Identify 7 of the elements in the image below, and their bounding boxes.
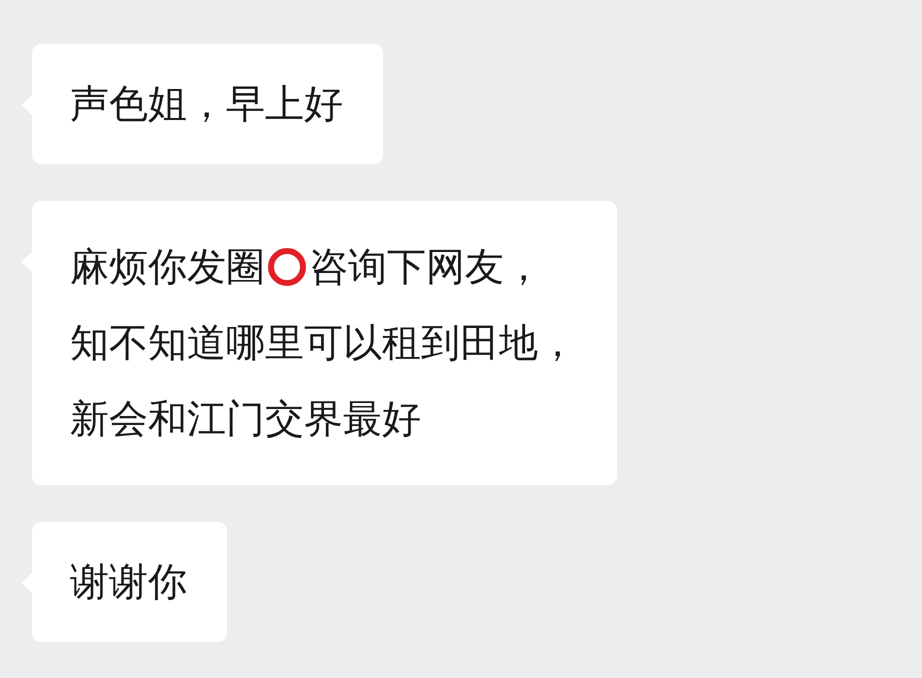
message-text: 声色姐，早上好 <box>70 81 343 129</box>
message-text: 麻烦你发圈 <box>70 244 265 292</box>
message-text: 新会和江门交界最好 <box>70 396 421 444</box>
message-text: 咨询下网友， <box>309 244 543 292</box>
message-text: 谢谢你 <box>70 559 187 607</box>
ring-icon <box>267 247 307 287</box>
message-text: 知不知道哪里可以租到田地， <box>70 320 577 368</box>
